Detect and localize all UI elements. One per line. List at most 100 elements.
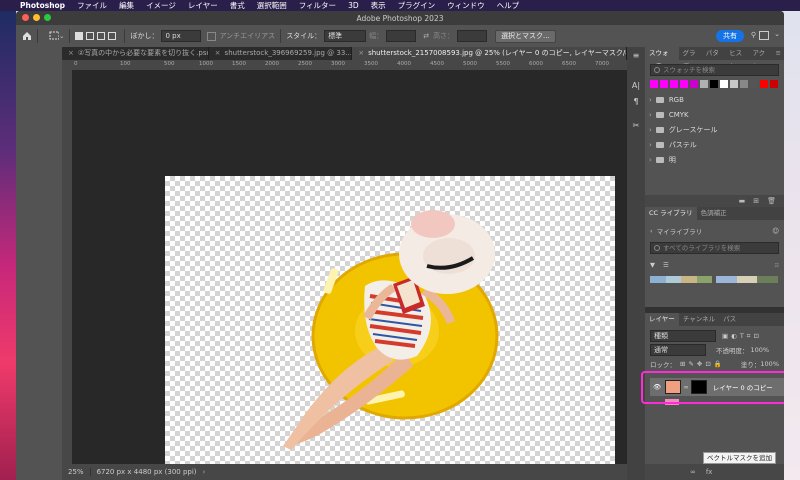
fx-icon[interactable]: fx	[706, 468, 713, 476]
new-swatch-icon[interactable]: ⊞	[753, 197, 759, 205]
panel-menu-icon[interactable]: ≡	[772, 47, 784, 60]
subtract-selection-icon[interactable]	[97, 32, 106, 40]
share-button[interactable]: 共有	[716, 30, 744, 42]
zoom-level[interactable]: 25%	[62, 468, 91, 476]
tab-cc-libraries[interactable]: CC ライブラリ	[645, 207, 697, 220]
menu-file[interactable]: ファイル	[77, 0, 107, 11]
home-icon[interactable]	[22, 31, 32, 41]
menu-help[interactable]: ヘルプ	[497, 0, 520, 11]
tab-paths[interactable]: パス	[719, 313, 740, 326]
workspace-icon[interactable]	[759, 31, 769, 40]
close-tab-icon[interactable]: ×	[358, 49, 364, 57]
menu-edit[interactable]: 編集	[119, 0, 134, 11]
tab-adjustments[interactable]: 色調補正	[697, 207, 731, 220]
tab-swatches[interactable]: スウォッチ	[645, 47, 679, 70]
swatch-folder-cmyk[interactable]: › CMYK	[645, 107, 784, 122]
document-tab[interactable]: × shutterstock_396969259.jpg @ 33....	[209, 47, 353, 60]
search-icon[interactable]: ⚲	[751, 31, 756, 39]
swatch-folder-rgb[interactable]: › RGB	[645, 92, 784, 107]
menu-filter[interactable]: フィルター	[299, 0, 336, 11]
tab-gradients[interactable]: グラデ	[679, 47, 702, 70]
swatch[interactable]	[690, 80, 698, 88]
app-menu[interactable]: Photoshop	[20, 1, 65, 10]
color-theme[interactable]	[716, 276, 779, 283]
link-layers-icon[interactable]: ∞	[690, 468, 696, 476]
swatch[interactable]	[750, 80, 758, 88]
marquee-tool-icon[interactable]	[49, 31, 59, 41]
close-tab-icon[interactable]: ×	[215, 49, 221, 57]
filter-icon[interactable]: ▼	[650, 261, 655, 269]
character-icon[interactable]: A|	[627, 77, 645, 93]
info-chevron-icon[interactable]: ›	[203, 468, 206, 476]
menu-type[interactable]: 書式	[230, 0, 245, 11]
style-select[interactable]: 標準	[324, 30, 367, 42]
layer-kind-filter[interactable]: 種類	[650, 330, 716, 342]
height-input[interactable]	[457, 30, 488, 42]
tab-patterns[interactable]: パター	[702, 47, 725, 70]
workspace-chevron-icon[interactable]: ⌄	[774, 30, 780, 38]
tab-layers[interactable]: レイヤー	[645, 313, 679, 326]
tool-preset-chevron-icon[interactable]: ⌄	[59, 32, 64, 40]
view-icon[interactable]: ⁝⁝	[775, 261, 779, 269]
menu-view[interactable]: 表示	[371, 0, 386, 11]
swatch-search-input[interactable]: スウォッチを検索	[650, 64, 779, 76]
menu-3d[interactable]: 3D	[348, 1, 359, 10]
library-search-input[interactable]: すべてのライブラリを検索	[650, 242, 779, 254]
antialias-checkbox[interactable]	[207, 31, 217, 41]
canvas-area[interactable]	[72, 70, 627, 476]
menu-image[interactable]: イメージ	[146, 0, 176, 11]
user-icon[interactable]: ☺	[772, 227, 779, 235]
new-selection-icon[interactable]	[75, 32, 84, 40]
intersect-selection-icon[interactable]	[108, 32, 117, 40]
select-and-mask-button[interactable]: 選択とマスク...	[495, 29, 556, 43]
tab-channels[interactable]: チャンネル	[679, 313, 719, 326]
swap-dimensions-icon[interactable]: ⇄	[423, 32, 429, 40]
layer-filter-icons[interactable]: ▣◐T⌗⊡	[722, 332, 762, 341]
swatch[interactable]	[650, 80, 658, 88]
swatch[interactable]	[760, 80, 768, 88]
add-to-selection-icon[interactable]	[86, 32, 95, 40]
document-canvas[interactable]	[165, 176, 615, 476]
opacity-value[interactable]: 100%	[751, 346, 770, 354]
tab-histogram[interactable]: ヒスト	[725, 47, 748, 70]
tools-icon[interactable]: ✂	[627, 117, 645, 133]
color-theme[interactable]	[650, 276, 712, 283]
feather-input[interactable]: 0 px	[161, 30, 202, 42]
document-info[interactable]: 6720 px x 4480 px (300 ppi)	[91, 468, 203, 476]
swatch[interactable]	[770, 80, 778, 88]
properties-icon[interactable]: ≡	[627, 47, 645, 63]
swatch[interactable]	[660, 80, 668, 88]
chevron-left-icon[interactable]: ‹	[650, 227, 653, 235]
blend-mode-select[interactable]: 通常	[650, 344, 706, 356]
close-tab-icon[interactable]: ×	[68, 49, 74, 57]
trash-icon[interactable]: 🗑	[767, 197, 776, 205]
swatch-folder-pastel[interactable]: › パステル	[645, 137, 784, 152]
swatch[interactable]	[720, 80, 728, 88]
swatch-folder-grayscale[interactable]: › グレースケール	[645, 122, 784, 137]
swatch[interactable]	[710, 80, 718, 88]
document-tab-active[interactable]: × shutterstock_2157008593.jpg @ 25% (レイヤー…	[352, 47, 627, 60]
swatch[interactable]	[700, 80, 708, 88]
paragraph-icon[interactable]: ¶	[627, 93, 645, 109]
swatch[interactable]	[680, 80, 688, 88]
sort-icon[interactable]: ☰	[663, 261, 669, 269]
menu-layer[interactable]: レイヤー	[188, 0, 218, 11]
swatch[interactable]	[730, 80, 738, 88]
menu-plugins[interactable]: プラグイン	[398, 0, 436, 11]
new-group-icon[interactable]: ▬	[739, 197, 746, 205]
lock-icons[interactable]: ⊞✎✥⊡🔒	[680, 360, 725, 368]
swatch[interactable]	[740, 80, 748, 88]
swatch-folder-light[interactable]: › 明	[645, 152, 784, 167]
tab-label: shutterstock_2157008593.jpg @ 25% (レイヤー …	[368, 49, 627, 57]
width-input[interactable]	[386, 30, 417, 42]
document-tab[interactable]: × ②写真の中から必要な要素を切り抜く.psd	[62, 47, 209, 60]
tab-actions[interactable]: アクシ	[748, 47, 771, 70]
library-selector[interactable]: ‹ マイライブラリ ☺	[645, 224, 784, 238]
menu-select[interactable]: 選択範囲	[257, 0, 287, 11]
fill-value[interactable]: 100%	[760, 360, 779, 368]
minimize-window-button[interactable]	[33, 14, 40, 21]
menu-window[interactable]: ウィンドウ	[447, 0, 485, 11]
zoom-window-button[interactable]	[44, 14, 51, 21]
close-window-button[interactable]	[22, 14, 29, 21]
swatch[interactable]	[670, 80, 678, 88]
